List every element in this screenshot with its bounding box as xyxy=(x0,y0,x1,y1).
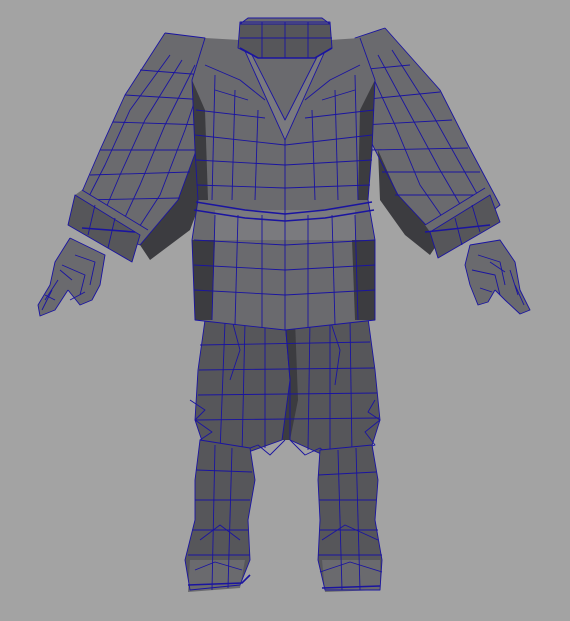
right-hand[interactable] xyxy=(464,239,531,315)
pants[interactable] xyxy=(189,317,381,461)
collar[interactable] xyxy=(237,17,333,59)
jacket[interactable] xyxy=(191,37,376,331)
character-mesh[interactable] xyxy=(0,0,570,621)
left-hand[interactable] xyxy=(37,237,106,317)
3d-viewport[interactable] xyxy=(0,0,570,621)
right-boot[interactable] xyxy=(317,444,383,592)
left-boot[interactable] xyxy=(184,439,256,592)
